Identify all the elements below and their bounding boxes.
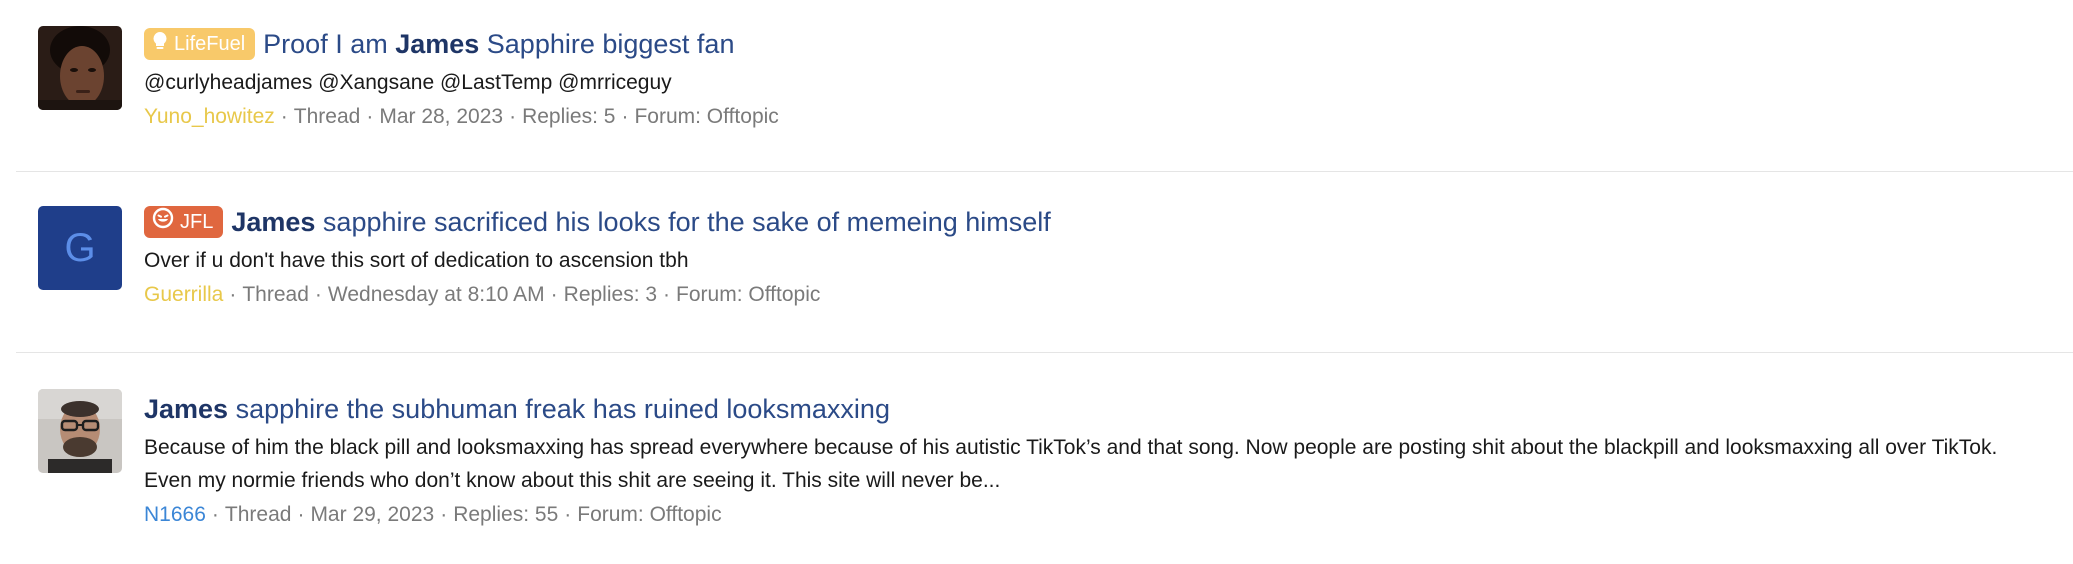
content-type: Thread [293, 105, 361, 128]
result-snippet: Because of him the black pill and looksm… [144, 436, 1998, 492]
forum-name[interactable]: Forum: Offtopic [577, 503, 721, 526]
search-result-item: G JFL James sapphire sacrificed his looks… [16, 172, 2073, 353]
prefix-text: LifeFuel [174, 33, 246, 55]
avatar[interactable] [38, 26, 122, 110]
meta-separator: · [440, 503, 448, 526]
result-meta: Guerrilla · Thread · Wednesday at 8:10 AM · Re… [144, 279, 2043, 311]
author-link[interactable]: Yuno_howitez [144, 105, 275, 128]
result-meta: Yuno_howitez · Thread · Mar 28, 2023 · Replies… [144, 101, 2043, 133]
meta-separator: · [314, 283, 322, 306]
result-snippet: Over if u don't have this sort of dedica… [144, 249, 689, 272]
title-highlight: James [144, 394, 229, 424]
thread-title-link[interactable]: Proof I am James Sapphire biggest fan [263, 29, 734, 59]
content-type: Thread [224, 503, 292, 526]
lightbulb-icon [152, 29, 168, 61]
forum-name[interactable]: Forum: Offtopic [676, 283, 820, 306]
prefix-text: JFL [180, 211, 214, 233]
meta-separator: · [621, 105, 629, 128]
prefix-label-jfl[interactable]: JFL [144, 206, 224, 239]
author-link[interactable]: N1666 [144, 503, 206, 526]
meta-separator: · [663, 283, 671, 306]
post-date: Wednesday at 8:10 AM [327, 283, 545, 306]
thread-title[interactable]: James sapphire the subhuman freak has ru… [144, 389, 2043, 429]
search-result-item: LifeFuel Proof I am James Sapphire bigges… [16, 0, 2073, 172]
reply-count: Replies: 55 [453, 503, 559, 526]
content-type: Thread [242, 283, 309, 306]
reply-count: Replies: 5 [522, 105, 616, 128]
meta-separator: · [550, 283, 558, 306]
search-result-item: James sapphire the subhuman freak has ru… [16, 353, 2073, 564]
prefix-label-lifefuel[interactable]: LifeFuel [144, 28, 256, 61]
avatar[interactable]: G [38, 206, 122, 290]
title-text-after: Sapphire biggest fan [479, 29, 735, 59]
meta-separator: · [366, 105, 374, 128]
thread-title-link[interactable]: James sapphire the subhuman freak has ru… [144, 394, 890, 424]
result-meta: N1666 · Thread · Mar 29, 2023 · Replies: 55 · Fo… [144, 499, 2043, 531]
post-date: Mar 28, 2023 [379, 105, 504, 128]
title-text-after: sapphire the subhuman freak has ruined l… [228, 394, 890, 424]
title-highlight: James [395, 29, 480, 59]
title-text-before: Proof I am [263, 29, 396, 59]
user-photo-avatar [38, 26, 122, 110]
user-photo-avatar [38, 389, 122, 473]
meta-separator: · [297, 503, 305, 526]
author-link[interactable]: Guerrilla [144, 283, 223, 306]
meta-separator: · [280, 105, 288, 128]
thread-title[interactable]: JFL James sapphire sacrificed his looks f… [144, 202, 2043, 242]
title-highlight: James [231, 207, 316, 237]
meta-separator: · [564, 503, 572, 526]
meta-separator: · [509, 105, 517, 128]
thread-title[interactable]: LifeFuel Proof I am James Sapphire bigges… [144, 24, 2043, 64]
post-date: Mar 29, 2023 [310, 503, 435, 526]
meta-separator: · [211, 503, 219, 526]
avatar[interactable] [38, 389, 122, 473]
forum-name[interactable]: Forum: Offtopic [634, 105, 778, 128]
reply-count: Replies: 3 [563, 283, 658, 306]
result-snippet: @curlyheadjames @Xangsane @LastTemp @mrr… [144, 71, 672, 94]
thread-title-link[interactable]: James sapphire sacrificed his looks for … [231, 207, 1050, 237]
meta-separator: · [229, 283, 237, 306]
laughing-face-icon [152, 207, 174, 239]
title-text-after: sapphire sacrificed his looks for the sa… [315, 207, 1051, 237]
